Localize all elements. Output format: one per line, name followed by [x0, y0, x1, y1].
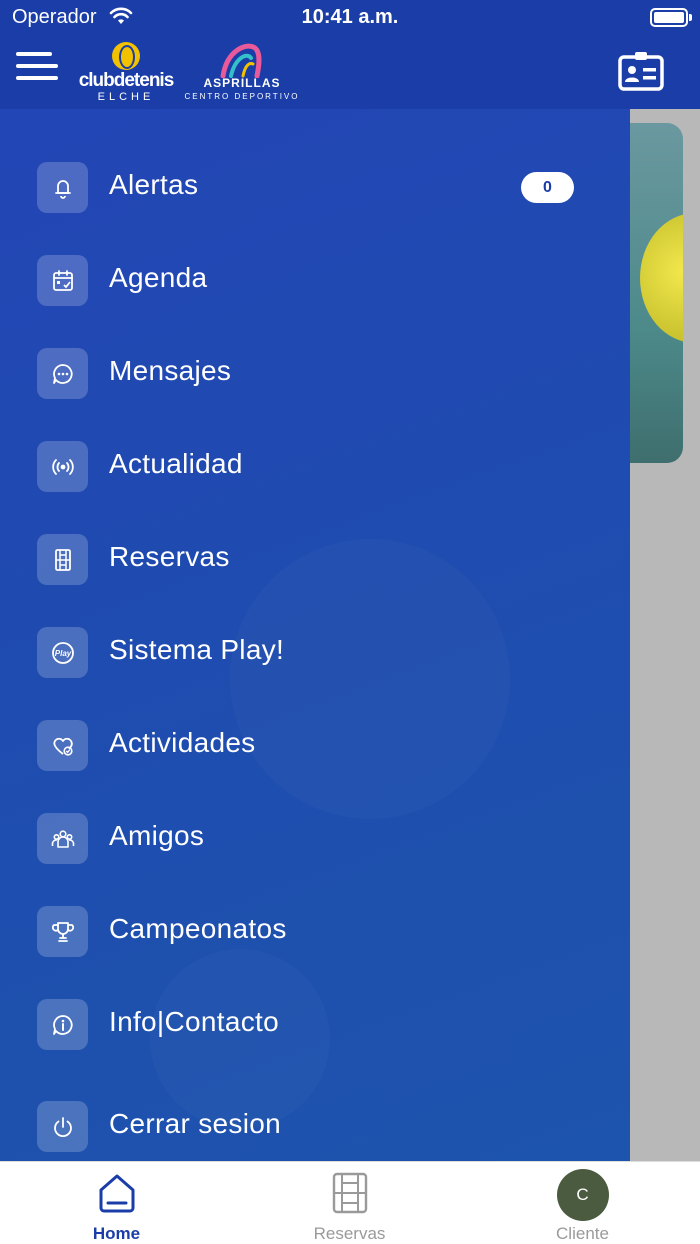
menu-bar	[16, 64, 58, 68]
alert-count-badge: 0	[521, 172, 574, 203]
tab-label: Home	[92, 1224, 141, 1243]
chat-icon	[37, 348, 88, 399]
court-icon	[37, 534, 88, 585]
status-bar: Operador 10:41 a.m.	[0, 0, 700, 36]
menu-item-alertas[interactable]: Alertas 0	[0, 152, 630, 222]
menu-item-label: Agenda	[109, 262, 208, 293]
menu-item-label: Alertas	[109, 169, 199, 200]
menu-button[interactable]	[16, 52, 58, 86]
menu-item-cerrar-sesion[interactable]: Cerrar sesion	[0, 1091, 630, 1161]
menu-item-label: Sistema Play!	[109, 634, 285, 665]
menu-item-label: Mensajes	[109, 355, 232, 386]
menu-item-actividades[interactable]: Actividades	[0, 710, 630, 780]
menu-item-label: Campeonatos	[109, 913, 287, 944]
menu-item-actualidad[interactable]: Actualidad	[0, 431, 630, 501]
menu-bar	[16, 52, 52, 56]
menu-item-sistema-play[interactable]: Play Sistema Play!	[0, 617, 630, 687]
broadcast-icon	[37, 441, 88, 492]
tab-reservas[interactable]: Reservas	[233, 1162, 466, 1244]
calendar-icon	[37, 255, 88, 306]
bottom-tab-bar: Home Reservas C Cliente	[0, 1161, 700, 1244]
id-card-icon	[618, 52, 664, 91]
menu-item-label: Actualidad	[109, 448, 243, 479]
court-icon	[332, 1172, 368, 1219]
home-icon	[98, 1172, 136, 1219]
power-icon	[37, 1101, 88, 1152]
menu-bar	[16, 76, 58, 80]
menu-item-agenda[interactable]: Agenda	[0, 245, 630, 315]
tennis-ball-icon	[112, 42, 140, 70]
asprillas-logo-name: ASPRILLAS	[203, 76, 281, 90]
tab-label: Reservas	[313, 1224, 386, 1243]
menu-item-label: Info|Contacto	[109, 1006, 279, 1037]
clock: 10:41 a.m.	[301, 6, 399, 28]
tab-home[interactable]: Home	[0, 1162, 233, 1244]
menu-item-campeonatos[interactable]: Campeonatos	[0, 896, 630, 966]
svg-text:Play: Play	[54, 649, 71, 658]
club-logo: clubdetenis ELCHE	[70, 42, 182, 104]
id-card-button[interactable]	[618, 51, 664, 91]
bell-icon	[37, 162, 88, 213]
tennis-ball-image	[640, 213, 683, 343]
menu-item-label: Cerrar sesion	[109, 1108, 281, 1139]
info-icon	[37, 999, 88, 1050]
play-icon: Play	[37, 627, 88, 678]
menu-item-info-contacto[interactable]: Info|Contacto	[0, 989, 630, 1059]
tab-label: Cliente	[556, 1224, 609, 1243]
club-logo-city: ELCHE	[97, 91, 155, 103]
asprillas-logo: ASPRILLAS CENTRO DEPORTIVO	[182, 40, 302, 104]
asprillas-logo-sub: CENTRO DEPORTIVO	[184, 92, 300, 101]
menu-item-reservas[interactable]: Reservas	[0, 524, 630, 594]
battery-icon	[650, 8, 692, 27]
heart-check-icon	[37, 720, 88, 771]
tab-cliente[interactable]: C Cliente	[466, 1162, 699, 1244]
asprillas-arch-icon	[220, 43, 262, 78]
side-drawer: Alertas 0 Agenda Mensajes Actualidad Res…	[0, 109, 630, 1161]
club-logo-name: clubdetenis	[78, 70, 175, 91]
menu-item-label: Reservas	[109, 541, 230, 572]
avatar: C	[556, 1169, 609, 1221]
group-icon	[37, 813, 88, 864]
menu-item-amigos[interactable]: Amigos	[0, 803, 630, 873]
menu-item-label: Actividades	[109, 727, 256, 758]
trophy-icon	[37, 906, 88, 957]
app-header: Operador 10:41 a.m. clubdetenis ELCHE AS…	[0, 0, 700, 109]
menu-item-mensajes[interactable]: Mensajes	[0, 338, 630, 408]
menu-item-label: Amigos	[109, 820, 205, 851]
